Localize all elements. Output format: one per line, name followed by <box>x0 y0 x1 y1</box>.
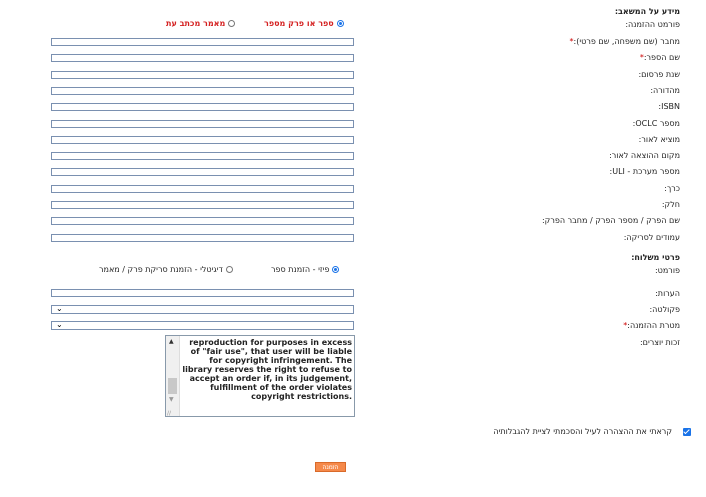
copyright-text: reproduction for purposes in excess of "… <box>182 338 352 401</box>
copyright-textarea[interactable]: ▲ ▼ ∕∕ reproduction for purposes in exce… <box>165 335 355 417</box>
agreement-label: קראתי את ההצהרה לעיל והסכמתי לציית להגבל… <box>493 427 672 436</box>
notes-input[interactable] <box>51 289 354 297</box>
field-input[interactable] <box>51 87 354 95</box>
radio-book[interactable] <box>336 20 344 27</box>
scroll-up-icon[interactable]: ▲ <box>169 338 174 345</box>
submit-button[interactable]: הזמנה <box>315 462 346 472</box>
field-label: מספר OCLC: <box>632 119 680 128</box>
radio-digital[interactable] <box>225 266 233 273</box>
section-title-order-info: מידע על המשאב: <box>614 7 680 16</box>
radio-physical[interactable] <box>332 266 340 273</box>
field-input[interactable] <box>51 234 354 242</box>
field-label: ISBN: <box>658 102 680 111</box>
field-input[interactable] <box>51 201 354 209</box>
radio-book-option[interactable]: ספר או פרק מספר <box>264 19 344 28</box>
field-label: שנת פרסום: <box>638 70 680 79</box>
field-label: מוציא לאור: <box>638 135 680 144</box>
radio-journal[interactable] <box>228 20 236 27</box>
field-input[interactable] <box>51 38 354 46</box>
field-input[interactable] <box>51 54 354 62</box>
faculty-label: פקולטה: <box>649 305 680 314</box>
field-input[interactable] <box>51 185 354 193</box>
field-label: חלק: <box>661 200 680 209</box>
agreement-checkbox[interactable] <box>683 428 691 436</box>
field-input[interactable] <box>51 71 354 79</box>
purpose-select[interactable]: ⌄ <box>51 320 354 330</box>
purpose-label: מטרת ההזמנה:* <box>623 321 680 330</box>
field-label: מקום ההוצאה לאור: <box>609 151 680 160</box>
field-label: כרך: <box>664 184 680 193</box>
notes-label: הערות: <box>655 289 680 298</box>
field-label: שם הספר:* <box>639 53 680 62</box>
field-input[interactable] <box>51 103 354 111</box>
field-label: מספר מערכת - ULI: <box>609 167 680 176</box>
field-input[interactable] <box>51 152 354 160</box>
field-input[interactable] <box>51 120 354 128</box>
field-label: מהדורה: <box>650 86 680 95</box>
radio-physical-option[interactable]: פיזי - הזמנת ספר <box>271 265 340 274</box>
format-label: פורמט: <box>654 266 680 275</box>
chevron-down-icon: ⌄ <box>56 304 63 313</box>
order-format-label: פורמט ההזמנה: <box>625 20 680 29</box>
field-input[interactable] <box>51 136 354 144</box>
chevron-down-icon: ⌄ <box>56 320 63 329</box>
field-label: מחבר (שם משפחה, שם פרטי):* <box>569 37 680 46</box>
field-label: שם הפרק / מספר הפרק / מחבר הפרק: <box>541 216 680 225</box>
field-label: עמודים לסריקה: <box>623 233 680 242</box>
field-input[interactable] <box>51 217 354 225</box>
radio-digital-option[interactable]: דיגיטלי - הזמנת סריקת פרק / מאמר <box>99 265 233 274</box>
radio-journal-option[interactable]: מאמר מכתב עת <box>166 19 236 28</box>
field-input[interactable] <box>51 168 354 176</box>
scroll-down-icon[interactable]: ▼ <box>169 396 174 403</box>
section-title-delivery: פרטי משלוח: <box>631 253 680 262</box>
scrollbar-thumb[interactable] <box>168 378 177 394</box>
scrollbar[interactable]: ▲ ▼ ∕∕ <box>166 336 180 416</box>
resize-grip-icon[interactable]: ∕∕ <box>167 410 171 416</box>
faculty-select[interactable]: ⌄ <box>51 304 354 314</box>
copyright-label: זכות יוצרים: <box>639 338 680 347</box>
